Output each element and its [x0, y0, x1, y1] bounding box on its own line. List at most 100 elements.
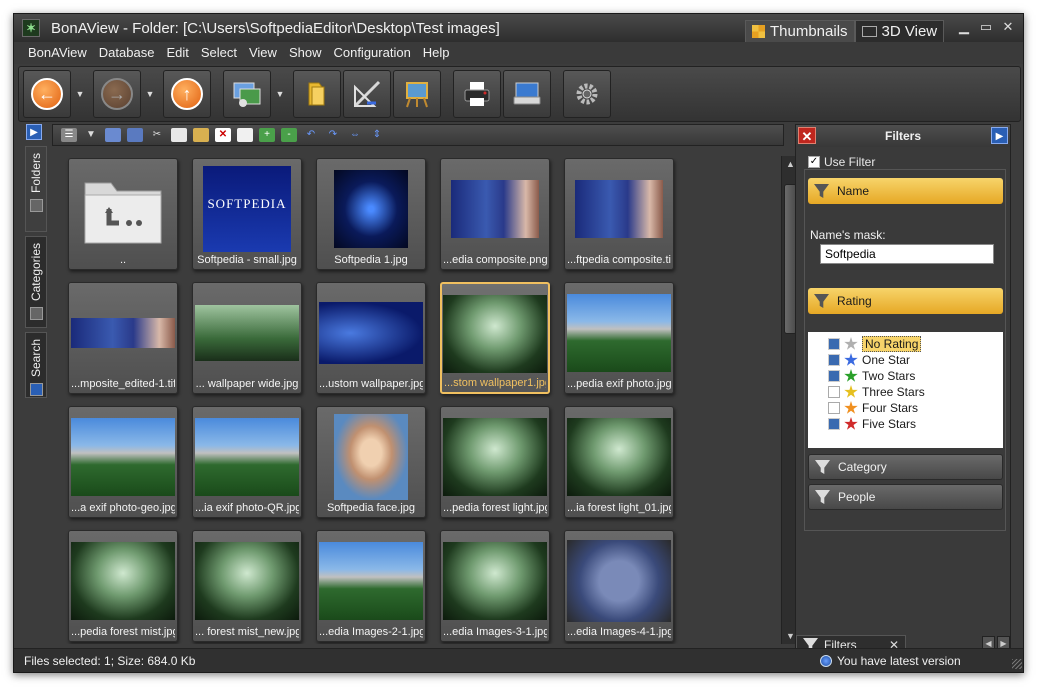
- paste-icon[interactable]: [193, 128, 209, 142]
- thumbnail-item[interactable]: ...edia composite.png: [440, 158, 550, 270]
- tab-search[interactable]: Search: [25, 332, 47, 398]
- view-mode-icon[interactable]: ☰: [61, 128, 77, 142]
- forward-button[interactable]: →: [93, 70, 141, 118]
- tab-thumbnails[interactable]: Thumbnails: [745, 20, 855, 42]
- rating-option[interactable]: Two Stars: [828, 368, 915, 384]
- thumbnail-image: [195, 305, 299, 361]
- print-button[interactable]: [453, 70, 501, 118]
- tab-folders[interactable]: Folders: [25, 146, 47, 232]
- collapse-filters-icon[interactable]: ▶: [991, 127, 1008, 144]
- menu-configuration[interactable]: Configuration: [327, 42, 416, 64]
- rotate-left-icon[interactable]: ↶: [303, 128, 319, 142]
- cut-icon[interactable]: ✂: [149, 128, 165, 142]
- menu-view[interactable]: View: [243, 42, 283, 64]
- thumbnail-item[interactable]: ...a exif photo-geo.jpg: [68, 406, 178, 518]
- rename-icon[interactable]: [237, 128, 253, 142]
- thumbnail-item[interactable]: ...edia Images-4-1.jpg: [564, 530, 674, 642]
- thumbnail-item[interactable]: ...ia exif photo-QR.jpg: [192, 406, 302, 518]
- status-bar: Files selected: 1; Size: 684.0 Kb You ha…: [14, 648, 1023, 672]
- rating-checkbox[interactable]: [828, 354, 840, 366]
- menu-select[interactable]: Select: [195, 42, 243, 64]
- menu-show[interactable]: Show: [283, 42, 328, 64]
- menu-edit[interactable]: Edit: [160, 42, 194, 64]
- thumbnail-item[interactable]: ...edia Images-3-1.jpg: [440, 530, 550, 642]
- settings-button[interactable]: [563, 70, 611, 118]
- menu-bonaview[interactable]: BonAView: [22, 42, 93, 64]
- thumbnail-item[interactable]: Softpedia 1.jpg: [316, 158, 426, 270]
- folder-button[interactable]: [293, 70, 341, 118]
- rating-option[interactable]: No Rating: [828, 336, 922, 352]
- rating-option[interactable]: Four Stars: [828, 400, 918, 416]
- expand-panel-icon[interactable]: ▶: [26, 124, 42, 140]
- thumbnail-item[interactable]: ...ustom wallpaper.jpg: [316, 282, 426, 394]
- use-filter-toggle[interactable]: ✓ Use Filter: [808, 155, 875, 169]
- rotate-right-icon[interactable]: ↷: [325, 128, 341, 142]
- delete-icon[interactable]: ✕: [215, 128, 231, 142]
- thumbnail-item[interactable]: SOFTPEDIA Softpedia - small.jpg: [192, 158, 302, 270]
- rating-checkbox[interactable]: [828, 418, 840, 430]
- slideshow-button[interactable]: [393, 70, 441, 118]
- resize-grip-icon[interactable]: [1012, 659, 1022, 669]
- wallpaper-dropdown[interactable]: ▼: [273, 70, 287, 118]
- tab-search-label: Search: [29, 339, 43, 378]
- rating-checkbox[interactable]: [828, 402, 840, 414]
- thumbnail-item[interactable]: Softpedia face.jpg: [316, 406, 426, 518]
- name-mask-input[interactable]: Softpedia: [820, 244, 994, 264]
- thumbnail-image: [195, 542, 299, 620]
- flip-horizontal-icon[interactable]: ⇔: [347, 128, 363, 142]
- thumbnail-image: [71, 318, 175, 348]
- wallpaper-button[interactable]: [223, 70, 271, 118]
- category-section-header[interactable]: Category: [808, 454, 1003, 480]
- minimize-button[interactable]: ▁: [953, 18, 975, 36]
- rating-checkbox[interactable]: [828, 386, 840, 398]
- back-dropdown[interactable]: ▼: [73, 70, 87, 118]
- thumbnail-label: ...pedia exif photo.jpg: [567, 378, 671, 390]
- main-toolbar: ← ▼ → ▼ ↑ ▼: [18, 66, 1021, 122]
- thumbnail-label: ... wallpaper wide.jpg: [195, 378, 299, 390]
- tab-3d-view[interactable]: 3D View: [854, 20, 945, 42]
- close-button[interactable]: ✕: [997, 18, 1019, 36]
- copy-icon[interactable]: [171, 128, 187, 142]
- thumbnail-image: [443, 418, 547, 496]
- thumbnail-item[interactable]: ...pedia forest light.jpg: [440, 406, 550, 518]
- edit-image-button[interactable]: [343, 70, 391, 118]
- rating-section-header[interactable]: Rating: [808, 288, 1003, 314]
- folder-icon: [308, 82, 325, 106]
- view-mode-dropdown-icon[interactable]: ▼: [83, 128, 99, 142]
- name-section-header[interactable]: Name: [808, 178, 1003, 204]
- back-button[interactable]: ←: [23, 70, 71, 118]
- thumbnail-item[interactable]: ...pedia exif photo.jpg: [564, 282, 674, 394]
- menu-database[interactable]: Database: [93, 42, 161, 64]
- thumbnail-item[interactable]: ...edia Images-2-1.jpg: [316, 530, 426, 642]
- menu-help[interactable]: Help: [417, 42, 456, 64]
- open-folder-icon[interactable]: [105, 128, 121, 142]
- tab-categories[interactable]: Categories: [25, 236, 47, 328]
- thumbnail-item[interactable]: ...stom wallpaper1.jpg: [440, 282, 550, 394]
- maximize-button[interactable]: ▭: [975, 18, 997, 36]
- rating-option[interactable]: One Star: [828, 352, 910, 368]
- thumbnail-item[interactable]: ... forest mist_new.jpg: [192, 530, 302, 642]
- rating-option[interactable]: Three Stars: [828, 384, 925, 400]
- search-icon: [29, 383, 43, 397]
- thumbnail-item[interactable]: ...ia forest light_01.jpg: [564, 406, 674, 518]
- add-category-icon[interactable]: +: [259, 128, 275, 142]
- forward-dropdown[interactable]: ▼: [143, 70, 157, 118]
- browse-icon[interactable]: [127, 128, 143, 142]
- rating-list: No Rating One Star Two Stars Three Stars Fou…: [808, 332, 1003, 448]
- thumbnail-item[interactable]: ...ftpedia composite.tif: [564, 158, 674, 270]
- thumbnail-item[interactable]: ...mposite_edited-1.tif: [68, 282, 178, 394]
- rating-option[interactable]: Five Stars: [828, 416, 916, 432]
- thumbnail-label: Softpedia 1.jpg: [334, 254, 408, 266]
- rating-checkbox[interactable]: [828, 370, 840, 382]
- people-section-header[interactable]: People: [808, 484, 1003, 510]
- rating-checkbox[interactable]: [828, 338, 840, 350]
- flip-vertical-icon[interactable]: ⇕: [369, 128, 385, 142]
- remove-category-icon[interactable]: -: [281, 128, 297, 142]
- scan-button[interactable]: [503, 70, 551, 118]
- thumbnail-item[interactable]: ...pedia forest mist.jpg: [68, 530, 178, 642]
- use-filter-checkbox[interactable]: ✓: [808, 156, 820, 168]
- up-button[interactable]: ↑: [163, 70, 211, 118]
- thumbnail-item[interactable]: ... wallpaper wide.jpg: [192, 282, 302, 394]
- parent-folder-item[interactable]: ..: [68, 158, 178, 270]
- tab-thumbnails-label: Thumbnails: [770, 23, 848, 40]
